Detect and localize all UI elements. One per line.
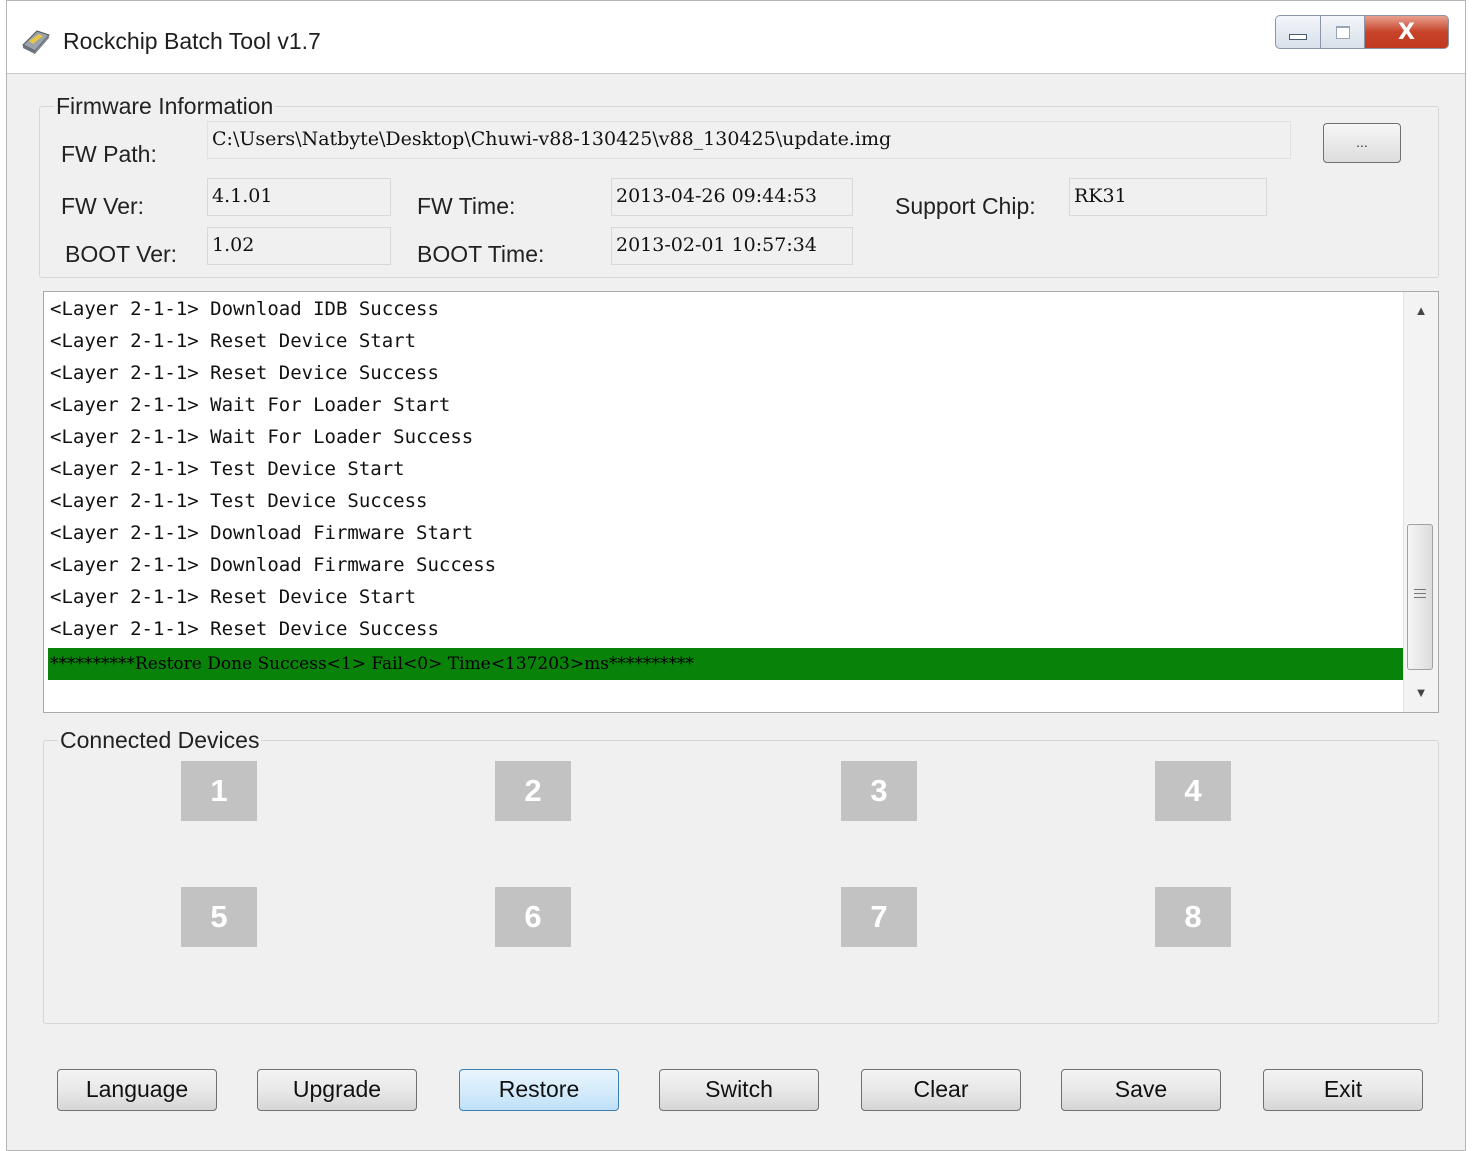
- clear-button[interactable]: Clear: [861, 1069, 1021, 1111]
- switch-button[interactable]: Switch: [659, 1069, 819, 1111]
- log-scrollbar[interactable]: ▲ ▼: [1403, 292, 1438, 712]
- log-line: <Layer 2-1-1> Download Firmware Start: [50, 522, 474, 544]
- fw-ver-field: 4.1.01: [207, 178, 391, 216]
- fw-path-label: FW Path:: [61, 141, 157, 167]
- exit-button[interactable]: Exit: [1263, 1069, 1423, 1111]
- log-panel[interactable]: <Layer 2-1-1> Download IDB Success <Laye…: [43, 291, 1439, 713]
- upgrade-button[interactable]: Upgrade: [257, 1069, 417, 1111]
- fw-ver-label: FW Ver:: [61, 193, 145, 219]
- minimize-icon: [1289, 34, 1307, 40]
- device-slot-3: 3: [841, 761, 917, 821]
- save-button[interactable]: Save: [1061, 1069, 1221, 1111]
- log-line: <Layer 2-1-1> Test Device Start: [50, 458, 405, 480]
- browse-button[interactable]: ...: [1323, 123, 1401, 163]
- app-icon: [22, 30, 50, 54]
- close-icon: X: [1398, 19, 1415, 45]
- firmware-group-label: Firmware Information: [56, 93, 274, 119]
- boot-time-label: BOOT Time:: [417, 241, 545, 267]
- log-line: <Layer 2-1-1> Reset Device Start: [50, 586, 417, 608]
- window-title: Rockchip Batch Tool v1.7: [63, 28, 321, 54]
- language-button[interactable]: Language: [57, 1069, 217, 1111]
- device-slot-1: 1: [181, 761, 257, 821]
- boot-time-field: 2013-02-01 10:57:34: [611, 227, 853, 265]
- fw-path-field: C:\Users\Natbyte\Desktop\Chuwi-v88-13042…: [207, 121, 1291, 159]
- close-button[interactable]: X: [1365, 15, 1449, 49]
- minimize-button[interactable]: [1275, 15, 1321, 49]
- grip-icon: [1414, 589, 1426, 590]
- scroll-up-arrow-icon[interactable]: ▲: [1404, 296, 1438, 326]
- log-line: <Layer 2-1-1> Reset Device Success: [50, 362, 439, 384]
- device-slot-5: 5: [181, 887, 257, 947]
- log-line: <Layer 2-1-1> Download IDB Success: [50, 298, 439, 320]
- fw-time-label: FW Time:: [417, 193, 516, 219]
- log-line: <Layer 2-1-1> Reset Device Success: [50, 618, 439, 640]
- title-bar: Rockchip Batch Tool v1.7 X: [7, 1, 1465, 74]
- log-summary-line: **********Restore Done Success<1> Fail<0…: [48, 648, 1404, 680]
- log-line: <Layer 2-1-1> Wait For Loader Start: [50, 394, 451, 416]
- restore-button[interactable]: Restore: [459, 1069, 619, 1111]
- log-line: <Layer 2-1-1> Reset Device Start: [50, 330, 417, 352]
- log-line: <Layer 2-1-1> Wait For Loader Success: [50, 426, 474, 448]
- app-window: Rockchip Batch Tool v1.7 X Firmware Info…: [6, 0, 1466, 1151]
- support-chip-field: RK31: [1069, 178, 1267, 216]
- log-line: <Layer 2-1-1> Download Firmware Success: [50, 554, 497, 576]
- device-slot-7: 7: [841, 887, 917, 947]
- scrollbar-thumb[interactable]: [1407, 524, 1433, 670]
- device-slot-8: 8: [1155, 887, 1231, 947]
- boot-ver-label: BOOT Ver:: [65, 241, 178, 267]
- window-controls: X: [1275, 15, 1449, 49]
- maximize-button[interactable]: [1321, 15, 1365, 49]
- device-slot-4: 4: [1155, 761, 1231, 821]
- fw-time-field: 2013-04-26 09:44:53: [611, 178, 853, 216]
- device-slot-2: 2: [495, 761, 571, 821]
- device-slot-6: 6: [495, 887, 571, 947]
- devices-group-label: Connected Devices: [60, 727, 260, 753]
- maximize-icon: [1335, 25, 1350, 39]
- scroll-down-arrow-icon[interactable]: ▼: [1404, 678, 1438, 708]
- support-chip-label: Support Chip:: [895, 193, 1036, 219]
- log-line: <Layer 2-1-1> Test Device Success: [50, 490, 428, 512]
- boot-ver-field: 1.02: [207, 227, 391, 265]
